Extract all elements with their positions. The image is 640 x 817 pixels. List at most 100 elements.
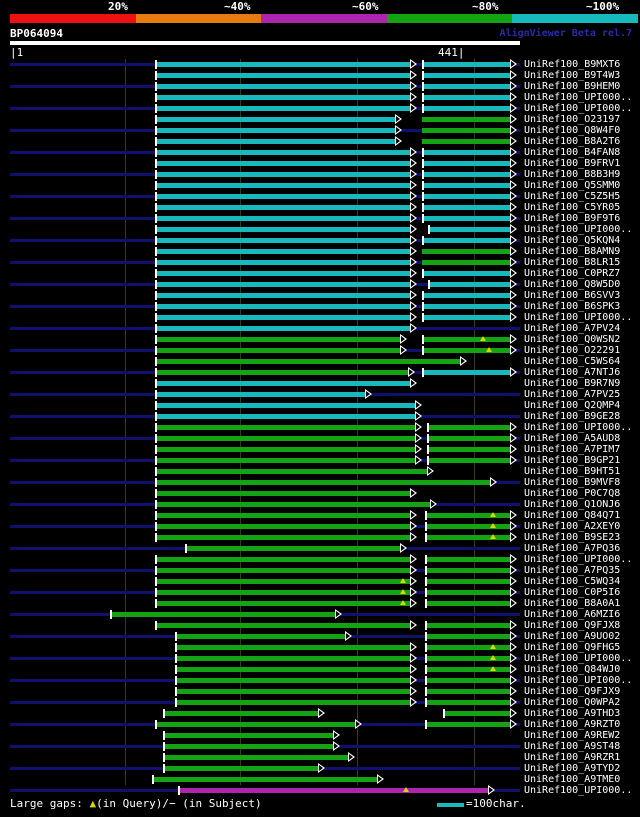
- hsp-segment[interactable]: [425, 513, 510, 518]
- hsp-segment[interactable]: [422, 370, 510, 375]
- hsp-segment[interactable]: [425, 524, 510, 529]
- hsp-segment[interactable]: [155, 282, 410, 287]
- hsp-segment[interactable]: [425, 590, 510, 595]
- hsp-segment[interactable]: [155, 73, 410, 78]
- hsp-segment[interactable]: [155, 172, 410, 177]
- hsp-segment[interactable]: [155, 117, 395, 122]
- hsp-segment[interactable]: [155, 414, 415, 419]
- hsp-segment[interactable]: [425, 667, 510, 672]
- hsp-segment[interactable]: [155, 183, 410, 188]
- hsp-segment[interactable]: [422, 161, 510, 166]
- hsp-segment[interactable]: [155, 370, 408, 375]
- hsp-segment[interactable]: [422, 95, 510, 100]
- hsp-segment[interactable]: [110, 612, 335, 617]
- hsp-segment[interactable]: [422, 84, 510, 89]
- hsp-segment[interactable]: [163, 766, 318, 771]
- hsp-segment[interactable]: [155, 436, 415, 441]
- hsp-segment[interactable]: [155, 260, 410, 265]
- hsp-segment[interactable]: [155, 194, 410, 199]
- hsp-segment[interactable]: [155, 513, 410, 518]
- hsp-segment[interactable]: [155, 579, 410, 584]
- hsp-segment[interactable]: [425, 535, 510, 540]
- hsp-segment[interactable]: [155, 590, 410, 595]
- hsp-segment[interactable]: [155, 447, 415, 452]
- hsp-segment[interactable]: [422, 271, 510, 276]
- hsp-segment[interactable]: [155, 381, 410, 386]
- hsp-segment[interactable]: [425, 601, 510, 606]
- hsp-segment[interactable]: [155, 348, 400, 353]
- hsp-segment[interactable]: [155, 722, 355, 727]
- hsp-segment[interactable]: [155, 491, 410, 496]
- hsp-segment[interactable]: [422, 337, 510, 342]
- hsp-segment[interactable]: [425, 689, 510, 694]
- hsp-segment[interactable]: [155, 128, 395, 133]
- hsp-segment[interactable]: [425, 645, 510, 650]
- hsp-segment[interactable]: [155, 425, 415, 430]
- hsp-segment[interactable]: [155, 205, 410, 210]
- hsp-segment[interactable]: [155, 227, 410, 232]
- hsp-segment[interactable]: [422, 304, 510, 309]
- hsp-segment[interactable]: [155, 601, 410, 606]
- hsp-segment[interactable]: [425, 623, 510, 628]
- hsp-segment[interactable]: [163, 711, 318, 716]
- hsp-segment[interactable]: [155, 557, 410, 562]
- alignment-row[interactable]: UniRef100_UPI000..: [0, 785, 640, 796]
- hsp-segment[interactable]: [155, 238, 410, 243]
- hsp-segment[interactable]: [175, 634, 345, 639]
- hsp-segment[interactable]: [163, 755, 348, 760]
- hsp-segment[interactable]: [155, 139, 395, 144]
- hsp-segment[interactable]: [155, 315, 410, 320]
- hsp-segment[interactable]: [175, 667, 410, 672]
- hsp-segment[interactable]: [185, 546, 400, 551]
- hsp-segment[interactable]: [425, 634, 510, 639]
- hsp-segment[interactable]: [155, 359, 460, 364]
- hsp-segment[interactable]: [155, 106, 410, 111]
- hsp-segment[interactable]: [422, 183, 510, 188]
- hsp-segment[interactable]: [425, 722, 510, 727]
- hsp-segment[interactable]: [155, 216, 410, 221]
- hsp-segment[interactable]: [425, 700, 510, 705]
- hsp-segment[interactable]: [422, 172, 510, 177]
- hsp-segment[interactable]: [422, 249, 510, 254]
- hsp-segment[interactable]: [155, 469, 427, 474]
- hsp-segment[interactable]: [175, 656, 410, 661]
- hsp-segment[interactable]: [175, 700, 410, 705]
- hsp-segment[interactable]: [155, 480, 490, 485]
- hsp-segment[interactable]: [422, 238, 510, 243]
- hsp-segment[interactable]: [422, 216, 510, 221]
- hsp-segment[interactable]: [178, 788, 488, 793]
- hsp-segment[interactable]: [428, 282, 510, 287]
- hsp-segment[interactable]: [422, 139, 510, 144]
- hsp-segment[interactable]: [155, 535, 410, 540]
- hsp-segment[interactable]: [175, 678, 410, 683]
- hsp-segment[interactable]: [155, 524, 410, 529]
- hsp-segment[interactable]: [422, 150, 510, 155]
- hsp-segment[interactable]: [428, 227, 510, 232]
- hsp-segment[interactable]: [155, 304, 410, 309]
- hsp-segment[interactable]: [155, 392, 365, 397]
- hsp-segment[interactable]: [155, 293, 410, 298]
- hsp-segment[interactable]: [155, 271, 410, 276]
- hsp-segment[interactable]: [422, 348, 510, 353]
- hsp-segment[interactable]: [155, 568, 410, 573]
- hsp-segment[interactable]: [425, 656, 510, 661]
- hsp-segment[interactable]: [422, 260, 510, 265]
- hsp-segment[interactable]: [422, 73, 510, 78]
- hsp-segment[interactable]: [155, 326, 410, 331]
- hsp-segment[interactable]: [163, 744, 333, 749]
- hsp-segment[interactable]: [422, 62, 510, 67]
- hsp-segment[interactable]: [155, 150, 410, 155]
- hsp-segment[interactable]: [422, 293, 510, 298]
- hsp-segment[interactable]: [427, 425, 510, 430]
- hsp-segment[interactable]: [425, 678, 510, 683]
- hsp-segment[interactable]: [422, 106, 510, 111]
- hsp-segment[interactable]: [427, 436, 510, 441]
- hsp-segment[interactable]: [155, 84, 410, 89]
- hsp-segment[interactable]: [425, 557, 510, 562]
- hsp-segment[interactable]: [422, 315, 510, 320]
- hsp-segment[interactable]: [155, 249, 410, 254]
- hsp-segment[interactable]: [422, 117, 510, 122]
- hsp-segment[interactable]: [175, 689, 410, 694]
- hsp-segment[interactable]: [155, 161, 410, 166]
- hsp-segment[interactable]: [425, 568, 510, 573]
